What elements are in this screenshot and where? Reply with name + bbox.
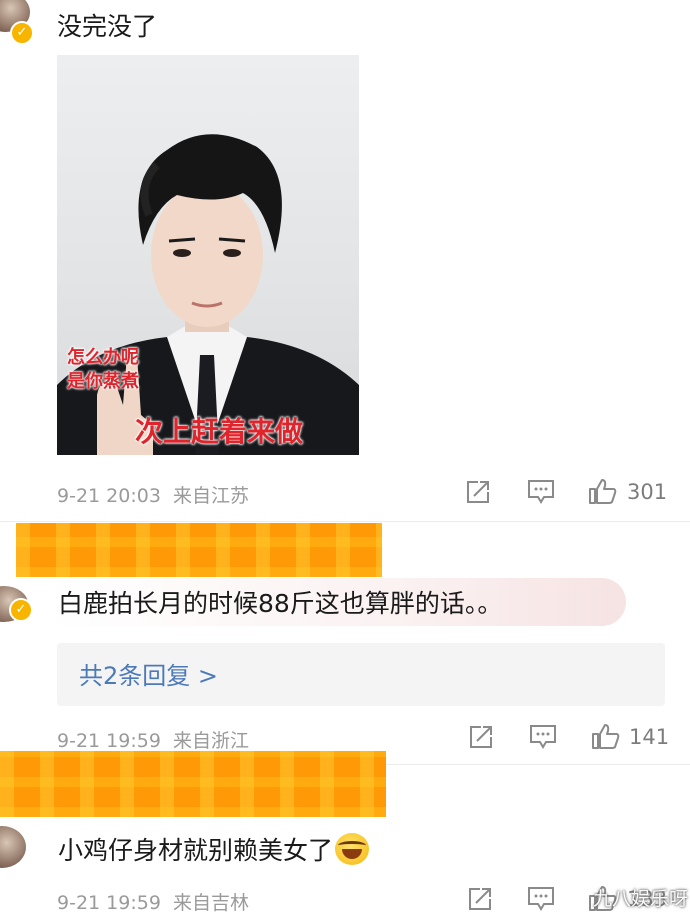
comment-image[interactable]: 怎么办呢 是你蒸煮 次上赶着来做: [57, 55, 359, 455]
divider: [0, 521, 690, 522]
comment-text: 小鸡仔身材就别赖美女了: [58, 833, 370, 868]
comment-icon[interactable]: [527, 886, 555, 912]
comment-time: 9-21 20:03: [57, 485, 161, 507]
thumbs-up-icon[interactable]: [588, 477, 618, 505]
share-icon[interactable]: [467, 886, 493, 912]
comment-meta: 9-21 19:59 来自吉林: [57, 888, 249, 915]
share-icon[interactable]: [465, 479, 491, 505]
avatar[interactable]: [0, 826, 26, 868]
share-icon[interactable]: [468, 724, 494, 750]
comment-meta: 9-21 20:03 来自江苏: [57, 481, 249, 508]
watermark-text: 九八娱乐呀: [592, 888, 688, 910]
verified-badge-icon: ✓: [10, 21, 34, 45]
comment-location: 来自江苏: [172, 485, 249, 507]
comment-time: 9-21 19:59: [57, 892, 161, 914]
username-mosaic: [0, 751, 386, 817]
comment-text-content: 小鸡仔身材就别赖美女了: [58, 836, 334, 865]
comment-text: 没完没了: [57, 12, 158, 41]
laughing-crying-emoji-icon: [335, 833, 370, 865]
comment-icon[interactable]: [527, 479, 555, 505]
image-caption-mid: 是你蒸煮: [67, 371, 139, 392]
comment-location: 来自吉林: [172, 892, 249, 914]
image-caption-bottom: 次上赶着来做: [135, 415, 304, 448]
image-caption-top: 怎么办呢: [67, 347, 139, 368]
thumbs-up-icon[interactable]: [591, 722, 621, 750]
portrait-illustration: [57, 134, 359, 455]
like-count: 141: [629, 725, 670, 749]
like-count: 301: [627, 480, 668, 504]
comment-text: 白鹿拍长月的时候88斤这也算胖的话。。: [58, 589, 503, 618]
comment-icon[interactable]: [529, 724, 557, 750]
replies-box[interactable]: 共2条回复 >: [57, 643, 665, 706]
verified-badge-icon: ✓: [9, 598, 33, 622]
comment-location: 来自浙江: [172, 730, 249, 752]
username-mosaic: [16, 523, 382, 577]
comment-meta: 9-21 19:59 来自浙江: [57, 726, 249, 753]
comment-time: 9-21 19:59: [57, 730, 161, 752]
view-replies-link[interactable]: 共2条回复 >: [79, 656, 218, 691]
